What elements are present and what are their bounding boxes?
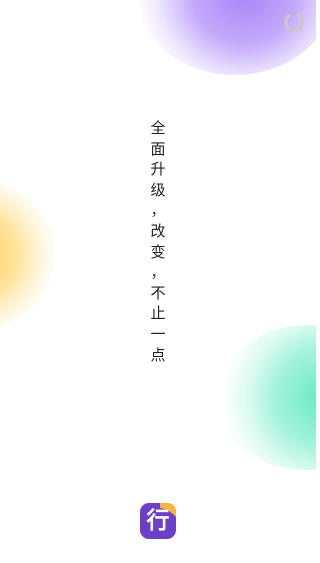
tagline-char: 点 [150, 345, 166, 364]
tagline-char: 变 [150, 242, 166, 261]
app-logo-icon: 行 [140, 503, 176, 539]
tagline-char: 一 [150, 324, 166, 343]
tagline-char: 面 [150, 139, 166, 158]
tagline-char: 全 [150, 119, 166, 137]
splash-screen: 全 面 升 级 ， 改 变 ， 不 止 一 点 行 [0, 0, 316, 563]
logo-char: 行 [146, 508, 170, 534]
tagline-char: 止 [150, 304, 166, 323]
tagline-comma: ， [150, 201, 166, 220]
tagline-char: 改 [150, 221, 166, 240]
tagline-char: 升 [150, 160, 166, 179]
green-gradient-blob [218, 325, 316, 470]
tagline-char: 级 [150, 180, 166, 199]
tagline-char: 不 [150, 283, 166, 302]
loading-spinner-icon[interactable] [283, 11, 305, 33]
tagline-comma: ， [150, 263, 166, 282]
yellow-gradient-blob [0, 180, 55, 330]
splash-tagline: 全 面 升 级 ， 改 变 ， 不 止 一 点 [144, 118, 172, 365]
